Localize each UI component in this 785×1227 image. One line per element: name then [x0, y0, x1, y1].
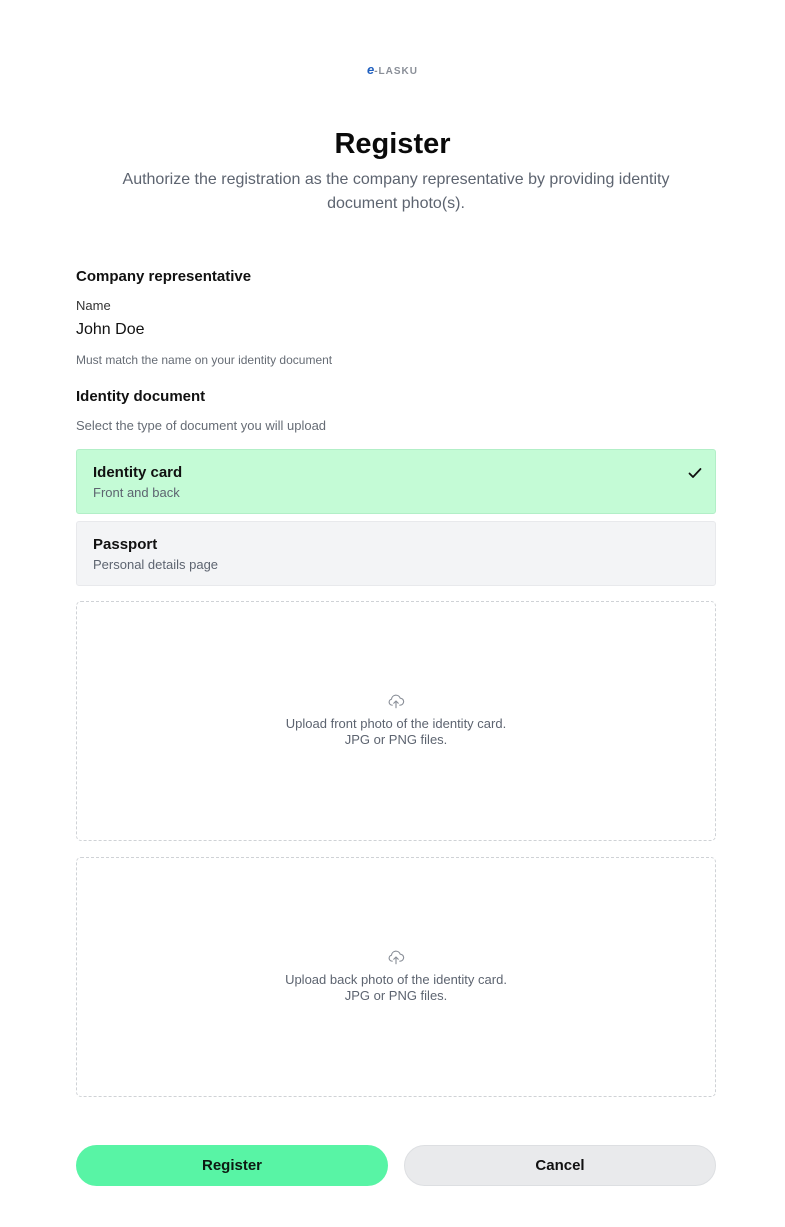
back-photo-instruction: Upload back photo of the identity card.: [285, 972, 507, 987]
option-identity-card-title: Identity card: [93, 464, 183, 481]
front-photo-file-types: JPG or PNG files.: [344, 732, 448, 747]
back-photo-file-types: JPG or PNG files.: [344, 988, 448, 1003]
page-title: Register: [334, 128, 451, 160]
document-type-instruction: Select the type of document you will upl…: [76, 418, 327, 433]
front-photo-dropzone[interactable]: Upload front photo of the identity card.…: [76, 601, 716, 841]
back-photo-dropzone-content: Upload back photo of the identity card. …: [77, 948, 715, 1004]
identity-document-heading: Identity document: [76, 388, 206, 405]
name-hint: Must match the name on your identity doc…: [76, 353, 333, 367]
cloud-upload-icon: [388, 950, 405, 965]
name-value: John Doe: [76, 321, 145, 338]
option-passport-title: Passport: [93, 536, 158, 553]
register-button[interactable]: Register: [76, 1145, 388, 1186]
logo-text: -LASKU: [374, 66, 418, 77]
cloud-upload-icon: [388, 694, 405, 709]
option-identity-card[interactable]: Identity card Front and back: [76, 449, 716, 514]
option-passport-subtitle: Personal details page: [93, 557, 219, 572]
register-page: e-LASKU Register Authorize the registrat…: [0, 0, 785, 1227]
back-photo-dropzone[interactable]: Upload back photo of the identity card. …: [76, 857, 716, 1097]
page-subtitle: Authorize the registration as the compan…: [122, 171, 670, 212]
checkmark-icon: [688, 468, 702, 478]
front-photo-dropzone-content: Upload front photo of the identity card.…: [77, 692, 715, 748]
option-identity-card-subtitle: Front and back: [93, 485, 180, 500]
option-passport[interactable]: Passport Personal details page: [76, 521, 716, 586]
cancel-button[interactable]: Cancel: [404, 1145, 716, 1186]
front-photo-instruction: Upload front photo of the identity card.: [285, 716, 507, 731]
company-representative-heading: Company representative: [76, 268, 252, 285]
e-lasku-logo: e-LASKU: [0, 62, 785, 77]
name-label: Name: [76, 298, 111, 313]
